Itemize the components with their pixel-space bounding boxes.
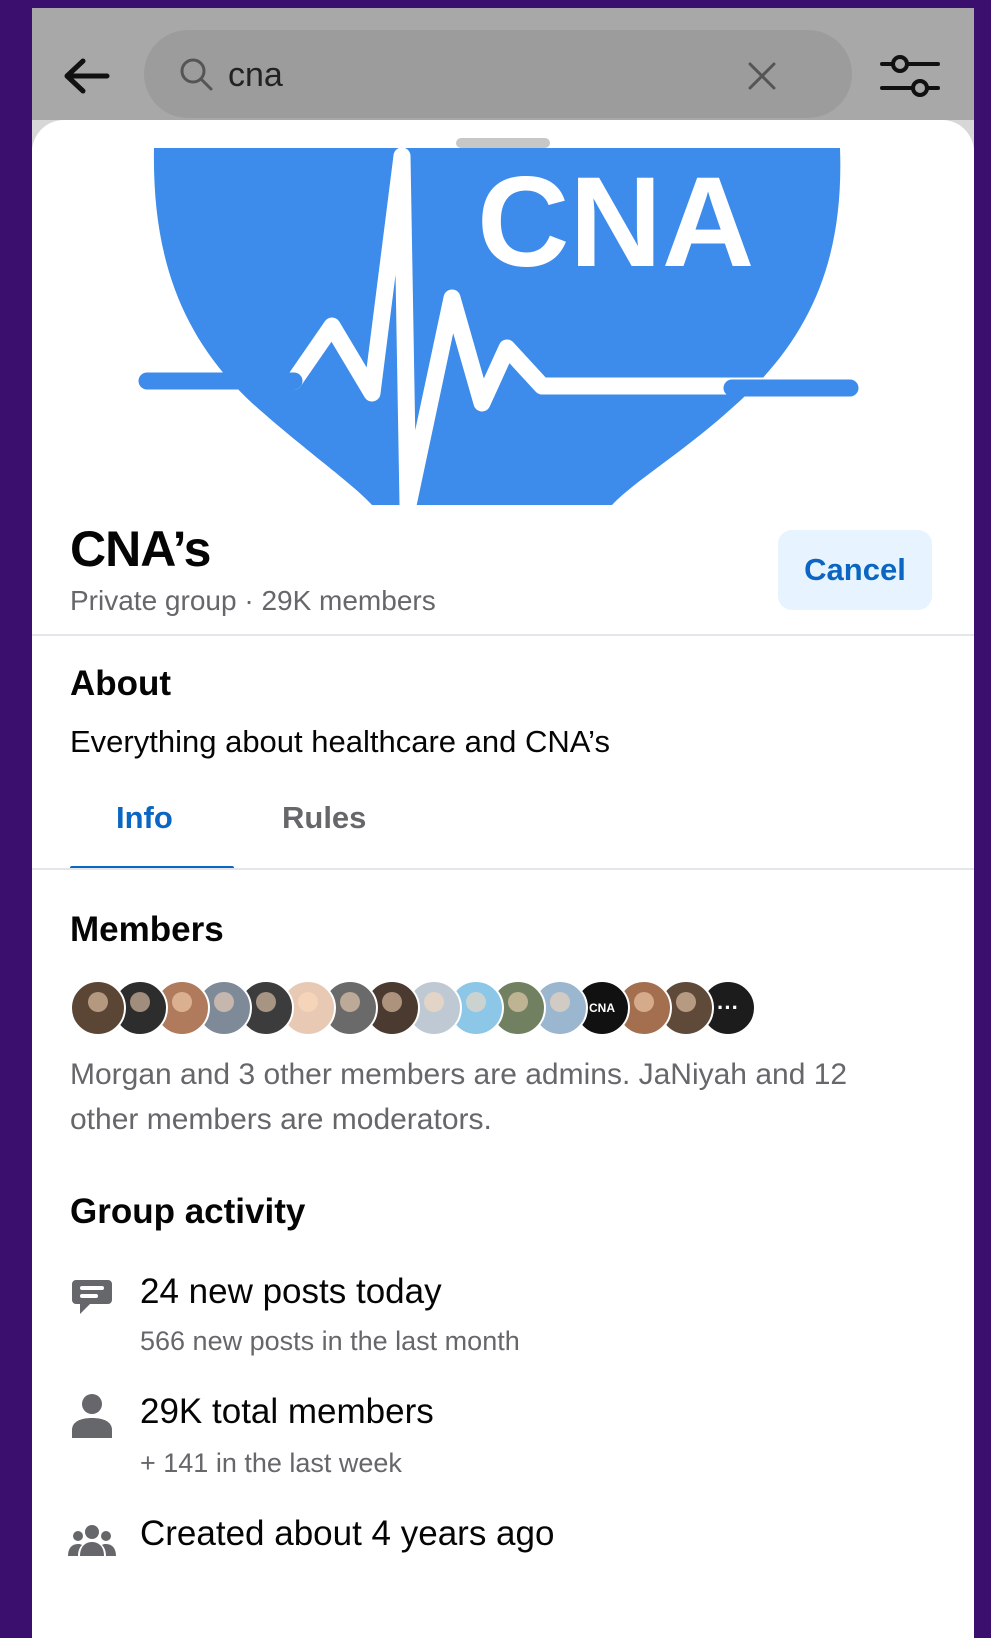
admins-moderators-text: Morgan and 3 other members are admins. J… [70, 1058, 848, 1136]
divider [32, 634, 974, 636]
filter-icon[interactable] [878, 48, 942, 104]
tab-info[interactable]: Info [116, 800, 173, 836]
avatar-face [172, 992, 192, 1012]
about-description: Everything about healthcare and CNA’s [70, 724, 610, 759]
avatar-face [508, 992, 528, 1012]
group-privacy: Private group [70, 585, 237, 616]
created-date: Created about 4 years ago [140, 1514, 555, 1553]
about-heading: About [70, 664, 172, 703]
arrow-left-icon [64, 58, 110, 94]
posts-today: 24 new posts today [140, 1272, 442, 1311]
avatar-face [550, 992, 570, 1012]
avatar-face [466, 992, 486, 1012]
search-bar[interactable] [144, 30, 852, 118]
group-name: CNA’s [70, 521, 211, 577]
search-input[interactable] [226, 50, 750, 100]
cover-logo-text: CNA [477, 151, 754, 294]
group-member-count: 29K members [261, 585, 436, 616]
members-heading: Members [70, 910, 224, 949]
tab-rules[interactable]: Rules [282, 800, 366, 836]
person-icon [68, 1392, 116, 1440]
message-icon [68, 1272, 116, 1320]
avatar-face [256, 992, 276, 1012]
avatar-face [382, 992, 402, 1012]
avatar-face [424, 992, 444, 1012]
avatar-face [340, 992, 360, 1012]
search-header [32, 8, 974, 120]
cancel-request-button[interactable]: Cancel [778, 530, 932, 610]
member-avatar[interactable] [70, 980, 126, 1036]
avatar-face [676, 992, 696, 1012]
app-frame: CNA CNA’s Private group · 29K members Ca… [32, 8, 974, 1638]
avatar-face [298, 992, 318, 1012]
members-last-week: + 141 in the last week [140, 1448, 402, 1478]
group-meta: Private group · 29K members [70, 585, 436, 617]
posts-last-month: 566 new posts in the last month [140, 1326, 520, 1356]
search-icon [180, 58, 213, 91]
avatar-face [88, 992, 108, 1012]
group-icon [68, 1516, 116, 1564]
member-avatars[interactable]: CNA ··· [70, 980, 756, 1036]
group-preview-sheet: CNA CNA’s Private group · 29K members Ca… [32, 120, 974, 1638]
group-cover-photo: CNA [32, 148, 974, 505]
avatar-face [130, 992, 150, 1012]
drag-handle[interactable] [456, 138, 550, 148]
avatar-face [214, 992, 234, 1012]
back-button[interactable] [56, 46, 116, 106]
total-members: 29K total members [140, 1392, 434, 1431]
divider [32, 868, 974, 870]
meta-separator: · [236, 585, 262, 616]
avatar-face [634, 992, 654, 1012]
group-activity-heading: Group activity [70, 1192, 306, 1231]
close-icon[interactable] [740, 54, 784, 98]
